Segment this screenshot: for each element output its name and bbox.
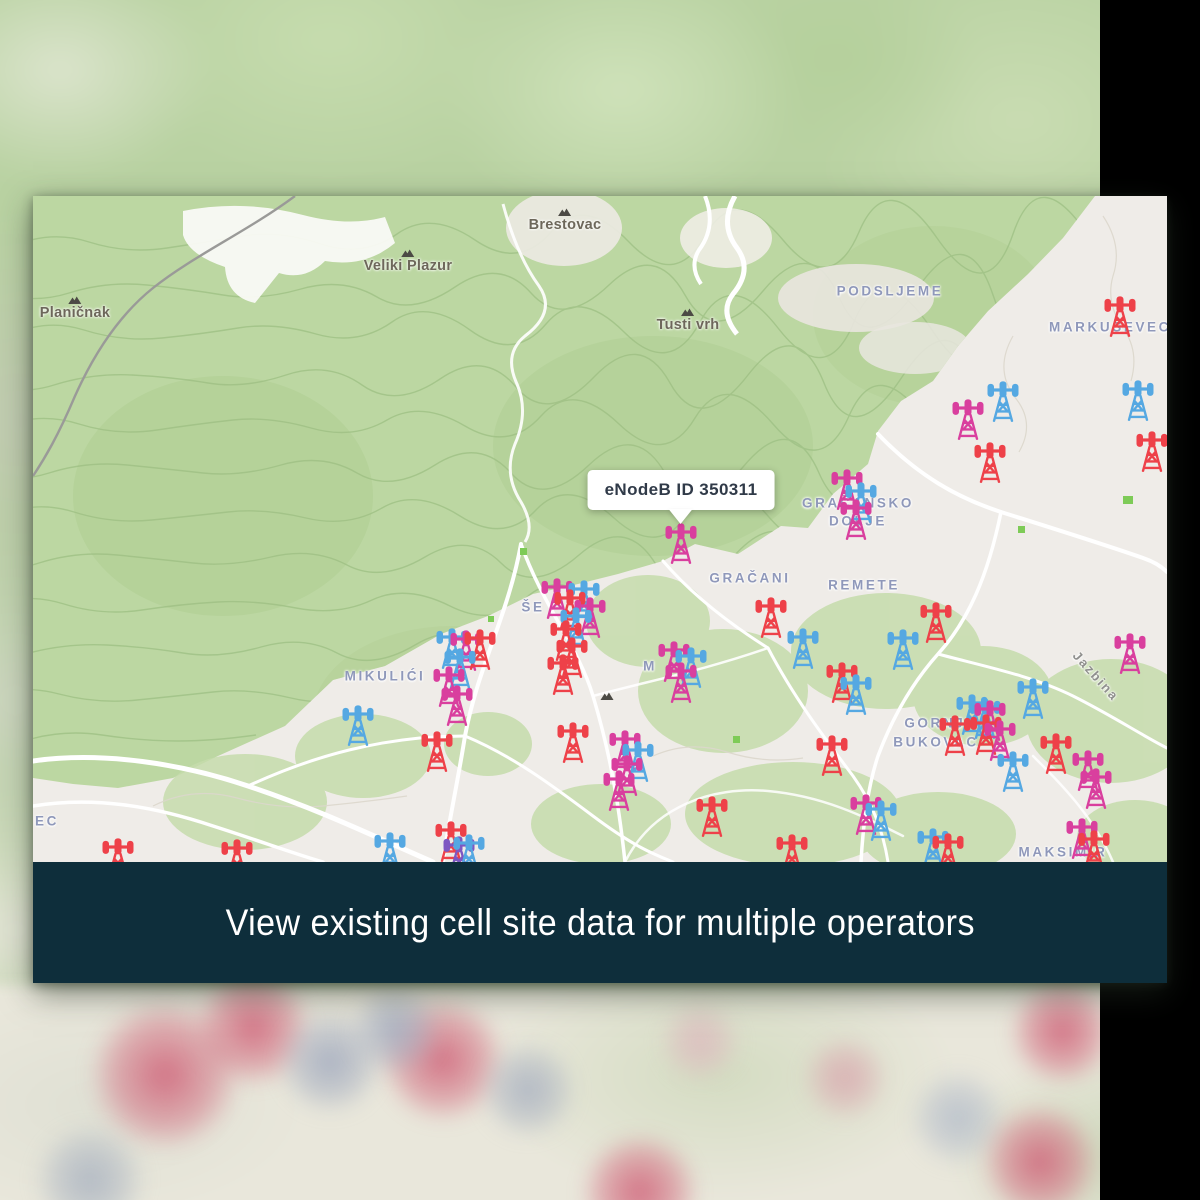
cell-tower-icon xyxy=(997,750,1029,792)
cell-tower-icon xyxy=(221,838,253,862)
cell-tower-icon xyxy=(787,627,819,669)
cell-tower-marker[interactable] xyxy=(865,799,897,841)
cell-tower-icon xyxy=(441,684,473,726)
cell-tower-marker[interactable] xyxy=(342,704,374,746)
cell-towers-layer xyxy=(33,196,1167,862)
cell-tower-marker[interactable] xyxy=(557,721,589,763)
cell-tower-icon xyxy=(453,833,485,862)
cell-tower-marker[interactable] xyxy=(932,832,964,862)
cell-tower-icon xyxy=(696,795,728,837)
cell-tower-icon xyxy=(887,628,919,670)
cell-tower-marker[interactable] xyxy=(755,596,787,638)
cell-tower-icon xyxy=(932,832,964,862)
cell-tower-marker[interactable] xyxy=(787,627,819,669)
caption-bar: View existing cell site data for multipl… xyxy=(33,862,1167,983)
cell-tower-icon xyxy=(1078,829,1110,862)
cell-tower-icon xyxy=(547,653,579,695)
cell-tower-marker[interactable] xyxy=(997,750,1029,792)
cell-tower-marker[interactable] xyxy=(920,601,952,643)
cell-tower-icon xyxy=(755,596,787,638)
cell-tower-icon xyxy=(603,769,635,811)
cell-tower-marker[interactable] xyxy=(840,498,872,540)
cell-tower-icon xyxy=(1104,295,1136,337)
cell-tower-marker[interactable] xyxy=(696,795,728,837)
tooltip-label: eNodeB ID 350311 xyxy=(588,470,775,510)
cell-tower-icon xyxy=(987,380,1019,422)
cell-tower-marker[interactable] xyxy=(974,441,1006,483)
cell-tower-marker[interactable] xyxy=(1136,430,1167,472)
app-screenshot-panel: PODSLJEMEMARKUŠEVECGRAČANSKODOLJEGRAČANI… xyxy=(33,196,1167,983)
cell-tower-marker[interactable] xyxy=(1114,632,1146,674)
cell-tower-marker[interactable] xyxy=(987,380,1019,422)
cell-tower-icon xyxy=(974,441,1006,483)
cell-tower-icon xyxy=(939,714,971,756)
cell-tower-icon xyxy=(342,704,374,746)
cell-tower-marker[interactable] xyxy=(665,522,697,564)
screenshot-canvas: PODSLJEMEMARKUŠEVECGRAČANSKODOLJEGRAČANI… xyxy=(0,0,1200,1200)
enodeb-tooltip: eNodeB ID 350311 xyxy=(588,470,775,524)
tooltip-pointer-icon xyxy=(669,509,693,524)
cell-tower-marker[interactable] xyxy=(603,769,635,811)
heatmap-blob xyxy=(350,985,440,1075)
cell-tower-icon xyxy=(952,398,984,440)
heatmap-blob xyxy=(480,1042,576,1138)
cell-tower-marker[interactable] xyxy=(1104,295,1136,337)
cell-tower-marker[interactable] xyxy=(453,833,485,862)
cell-tower-icon xyxy=(865,799,897,841)
cell-tower-marker[interactable] xyxy=(776,833,808,862)
cell-tower-icon xyxy=(421,730,453,772)
caption-text: View existing cell site data for multipl… xyxy=(225,902,974,944)
cell-tower-marker[interactable] xyxy=(102,837,134,862)
cell-tower-marker[interactable] xyxy=(952,398,984,440)
cell-tower-marker[interactable] xyxy=(374,831,406,862)
heatmap-blob xyxy=(660,1002,740,1082)
cell-tower-icon xyxy=(840,498,872,540)
cell-tower-icon xyxy=(557,721,589,763)
map-viewport[interactable]: PODSLJEMEMARKUŠEVECGRAČANSKODOLJEGRAČANI… xyxy=(33,196,1167,862)
cell-tower-marker[interactable] xyxy=(840,673,872,715)
cell-tower-marker[interactable] xyxy=(421,730,453,772)
cell-tower-icon xyxy=(816,734,848,776)
cell-tower-marker[interactable] xyxy=(547,653,579,695)
cell-tower-icon xyxy=(920,601,952,643)
cell-tower-icon xyxy=(1040,732,1072,774)
cell-tower-icon xyxy=(374,831,406,862)
cell-tower-marker[interactable] xyxy=(1080,767,1112,809)
cell-tower-icon xyxy=(840,673,872,715)
cell-tower-marker[interactable] xyxy=(441,684,473,726)
cell-tower-marker[interactable] xyxy=(665,661,697,703)
cell-tower-marker[interactable] xyxy=(816,734,848,776)
heatmap-blob xyxy=(1010,980,1114,1084)
cell-tower-icon xyxy=(665,522,697,564)
cell-tower-marker[interactable] xyxy=(221,838,253,862)
cell-tower-marker[interactable] xyxy=(1040,732,1072,774)
cell-tower-icon xyxy=(1017,677,1049,719)
heatmap-blob xyxy=(803,1036,887,1120)
cell-tower-icon xyxy=(665,661,697,703)
cell-tower-icon xyxy=(1080,767,1112,809)
cell-tower-marker[interactable] xyxy=(939,714,971,756)
cell-tower-icon xyxy=(102,837,134,862)
cell-tower-icon xyxy=(1122,379,1154,421)
cell-tower-marker[interactable] xyxy=(1078,829,1110,862)
cell-tower-marker[interactable] xyxy=(1017,677,1049,719)
cell-tower-marker[interactable] xyxy=(1122,379,1154,421)
cell-tower-icon xyxy=(1114,632,1146,674)
cell-tower-icon xyxy=(1136,430,1167,472)
cell-tower-marker[interactable] xyxy=(887,628,919,670)
cell-tower-icon xyxy=(776,833,808,862)
